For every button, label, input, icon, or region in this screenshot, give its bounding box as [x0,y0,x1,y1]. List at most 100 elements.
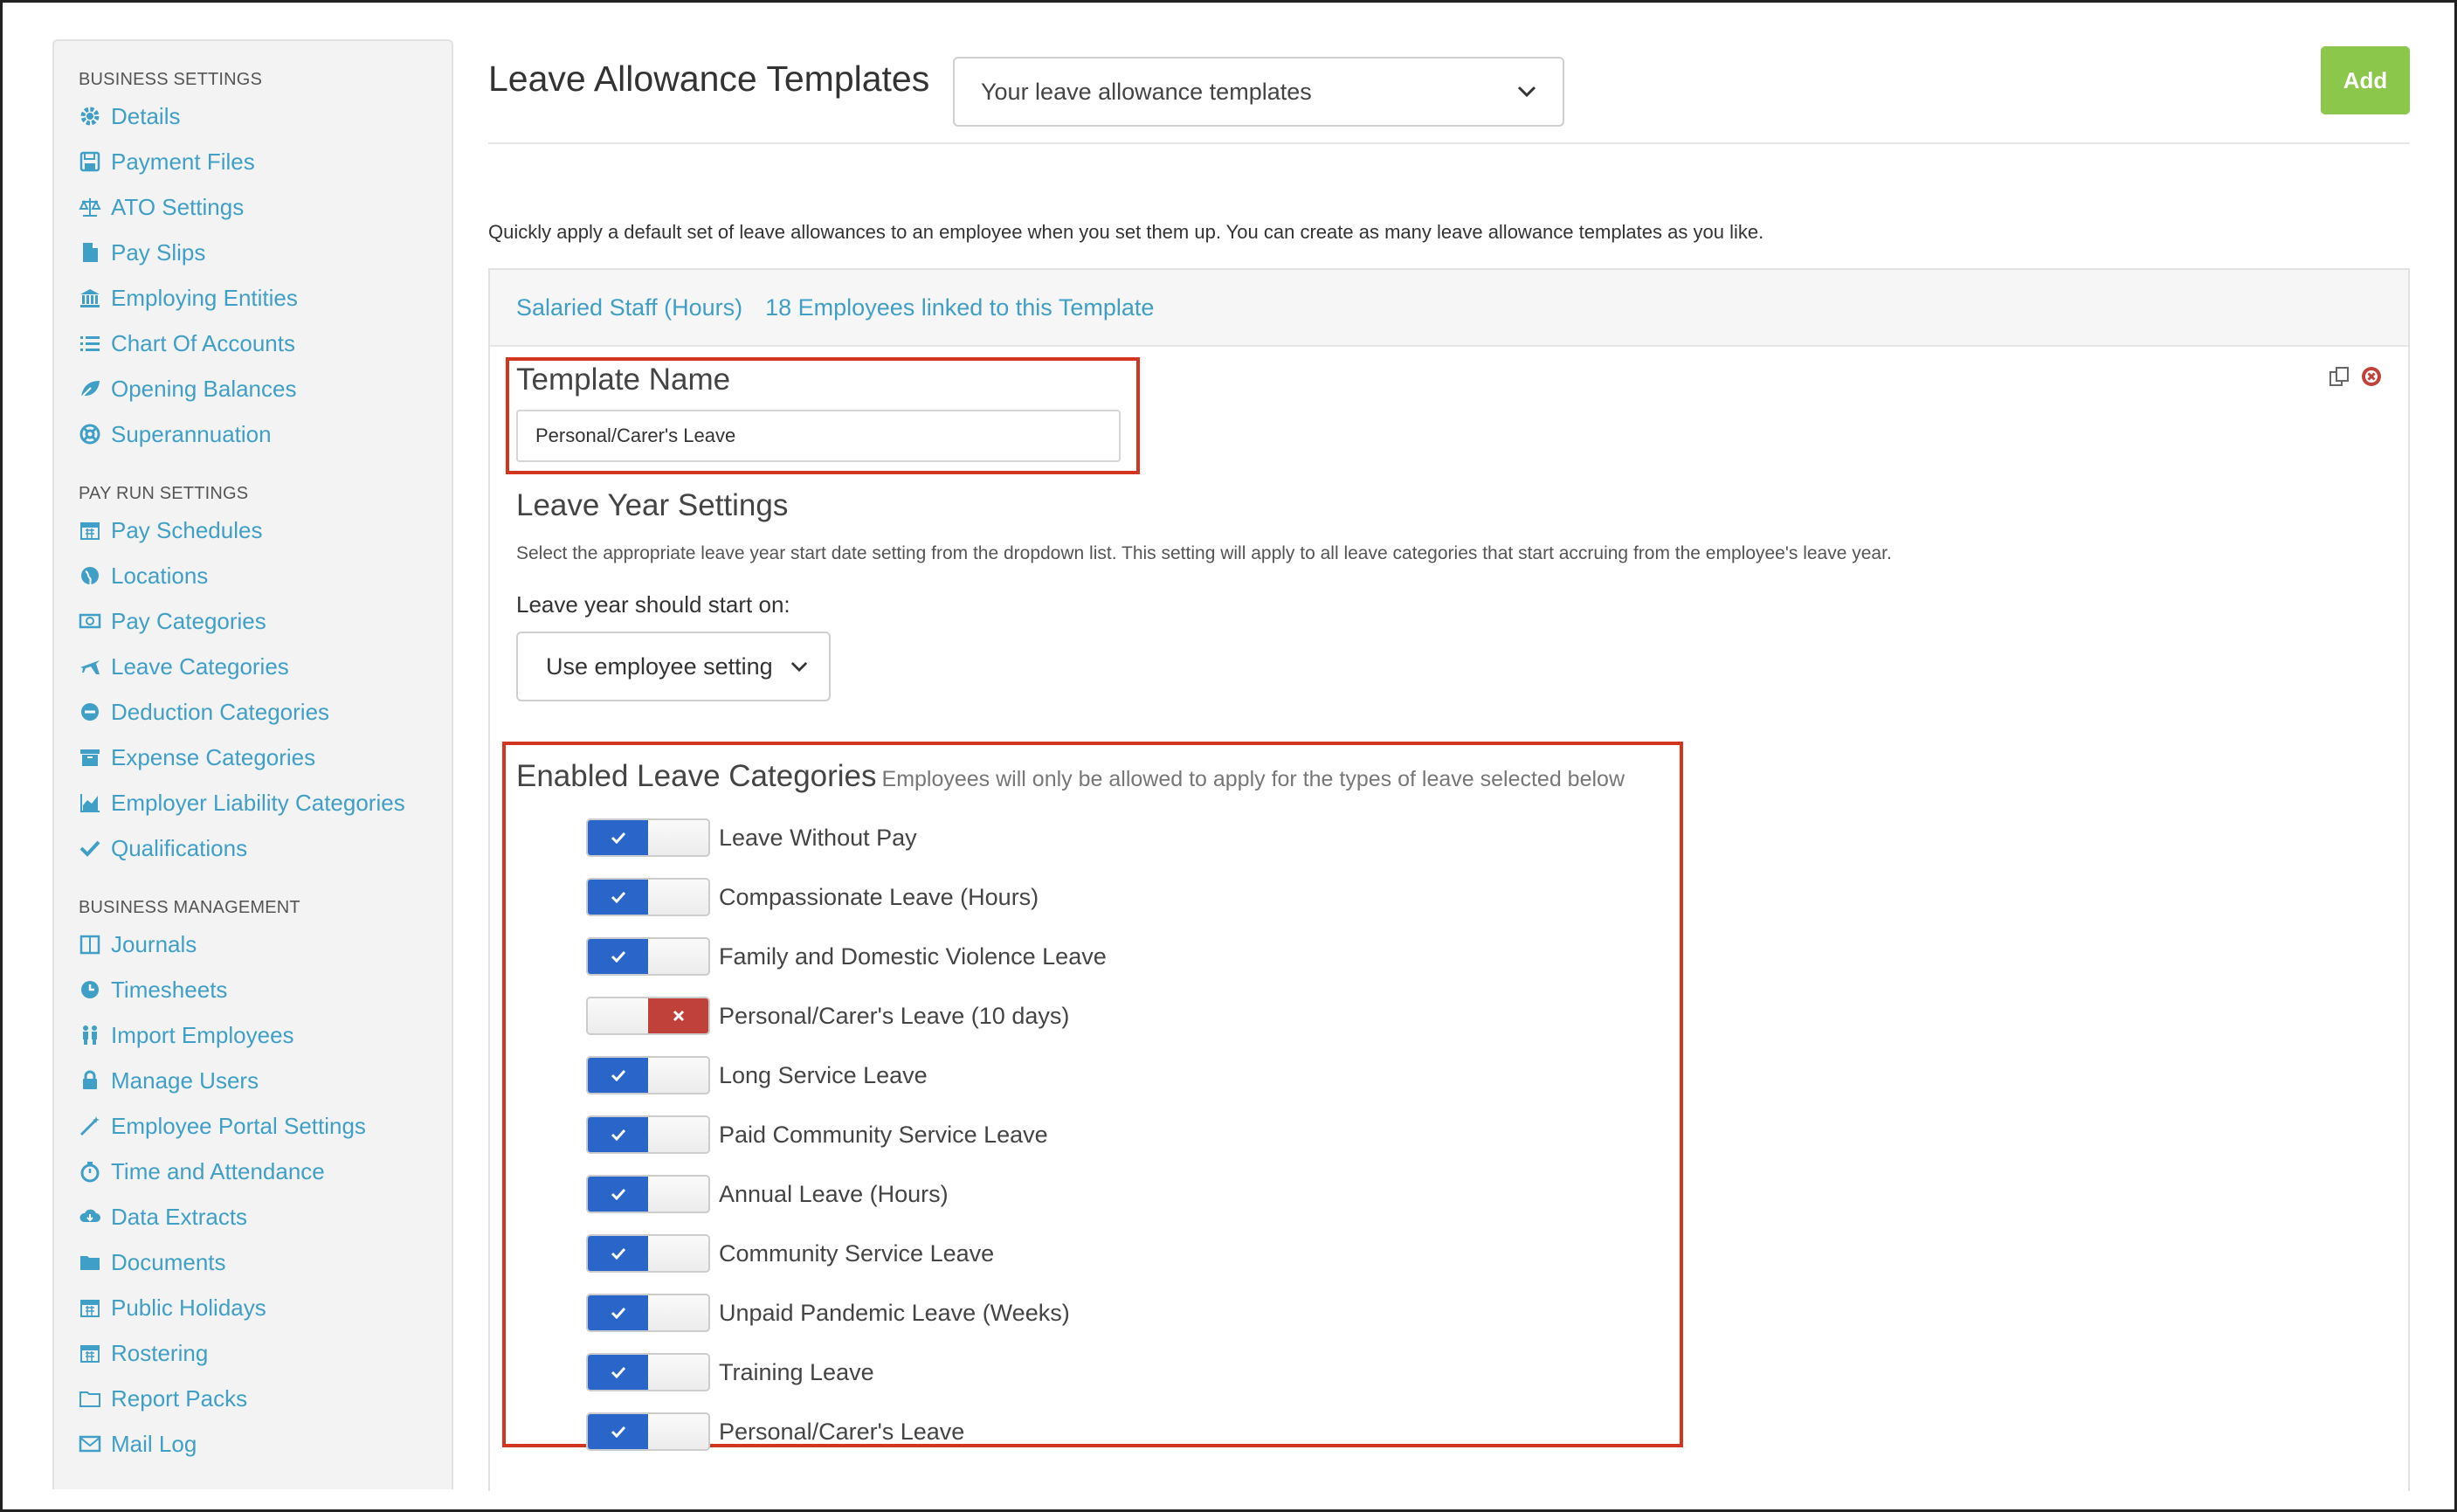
leaf-icon [80,381,100,398]
delete-icon[interactable] [2359,364,2384,389]
list-icon [80,336,100,351]
book-icon [79,935,100,955]
lifebuoy-icon [79,424,100,445]
sidebar-item-time-and-attendance[interactable]: Time and Attendance [79,1149,452,1194]
leave-category-toggle[interactable] [586,1353,710,1391]
sidebar-item-label: Import Employees [111,1021,294,1048]
leave-category-toggle[interactable] [586,997,710,1035]
sidebar-item-deduction-categories[interactable]: Deduction Categories [79,689,452,735]
leave-category-toggle[interactable] [586,818,710,857]
sidebar-item-timesheets[interactable]: Timesheets [79,967,452,1012]
sidebar-item-pay-slips[interactable]: Pay Slips [79,230,452,275]
check-icon [588,820,648,855]
check-icon [588,1236,648,1271]
copy-icon[interactable] [2328,364,2352,389]
leave-category-label: Family and Domestic Violence Leave [719,942,1107,970]
plane-icon [80,660,100,674]
minus-circle-icon [81,703,99,721]
toggle-knob [648,1295,708,1330]
leave-category-label: Leave Without Pay [719,824,917,851]
leave-category-row: Personal/Carer's Leave (10 days) [586,997,1069,1035]
employees-linked-link[interactable]: 18 Employees linked to this Template [765,294,1154,321]
sidebar-item-journals[interactable]: Journals [79,922,452,967]
leave-category-label: Annual Leave (Hours) [719,1180,949,1207]
sidebar-item-locations[interactable]: Locations [79,553,452,598]
sidebar-item-details[interactable]: Details [79,93,452,139]
sidebar-item-label: Payment Files [111,148,255,175]
page-header: Leave Allowance Templates Your leave all… [488,39,2410,144]
template-name-input[interactable]: Personal/Carer's Leave [516,410,1121,462]
sidebar-item-label: Rostering [111,1339,209,1366]
sidebar-item-label: Chart Of Accounts [111,329,295,356]
sidebar-item-payment-files[interactable]: Payment Files [79,139,452,184]
leave-category-row: Annual Leave (Hours) [586,1175,949,1213]
sidebar-item-pay-schedules[interactable]: Pay Schedules [79,507,452,553]
add-button[interactable]: Add [2321,46,2410,114]
template-link[interactable]: Salaried Staff (Hours) [516,294,742,321]
template-name-label: Template Name [516,362,731,397]
leave-category-row: Training Leave [586,1353,874,1391]
sidebar-item-rostering[interactable]: Rostering [79,1330,452,1376]
sidebar-item-mail-log[interactable]: Mail Log [79,1421,452,1467]
sidebar-item-label: Mail Log [111,1430,197,1457]
toggle-knob [648,1058,708,1093]
intro-text: Quickly apply a default set of leave all… [488,221,1764,243]
leave-category-row: Personal/Carer's Leave [586,1412,964,1451]
sidebar-item-label: Locations [111,562,209,589]
leave-year-select-value: Use employee setting [546,652,773,680]
sidebar-item-label: Report Packs [111,1384,248,1412]
sidebar-item-documents[interactable]: Documents [79,1239,452,1285]
sidebar-item-leave-categories[interactable]: Leave Categories [79,644,452,689]
template-select[interactable]: Your leave allowance templates [953,57,1564,127]
sidebar-item-employee-portal-settings[interactable]: Employee Portal Settings [79,1103,452,1149]
sidebar-item-import-employees[interactable]: Import Employees [79,1012,452,1058]
leave-category-toggle[interactable] [586,878,710,916]
sidebar-item-opening-balances[interactable]: Opening Balances [79,366,452,411]
leave-category-toggle[interactable] [586,1234,710,1273]
leave-year-select[interactable]: Use employee setting [516,632,831,701]
sidebar-item-label: Pay Schedules [111,516,263,543]
sidebar-item-data-extracts[interactable]: Data Extracts [79,1194,452,1239]
envelope-icon [79,1435,101,1453]
sidebar-item-label: Manage Users [111,1067,259,1094]
leave-category-row: Long Service Leave [586,1056,928,1094]
scales-icon [79,198,101,217]
globe-icon [81,567,99,585]
leave-category-label: Long Service Leave [719,1061,928,1088]
sidebar-item-public-holidays[interactable]: Public Holidays [79,1285,452,1330]
sidebar-header: PAY RUN SETTINGS [79,484,249,503]
sidebar-item-report-packs[interactable]: Report Packs [79,1376,452,1421]
sidebar-item-employing-entities[interactable]: Employing Entities [79,275,452,321]
check-icon [588,1414,648,1449]
panel-actions [2328,364,2384,389]
leave-category-toggle[interactable] [586,1412,710,1451]
sidebar-item-label: Data Extracts [111,1203,248,1230]
leave-category-toggle[interactable] [586,1175,710,1213]
sidebar-item-label: Employee Portal Settings [111,1112,366,1139]
leave-category-toggle[interactable] [586,1056,710,1094]
toggle-knob [648,1177,708,1212]
sidebar-item-expense-categories[interactable]: Expense Categories [79,735,452,780]
sidebar-item-label: Employer Liability Categories [111,789,405,816]
leave-category-toggle[interactable] [586,1115,710,1154]
file-icon [83,243,98,262]
sidebar-item-label: Expense Categories [111,743,316,770]
calendar-icon [80,1300,100,1317]
toggle-knob [648,880,708,915]
sidebar-item-label: Journals [111,930,197,957]
sidebar-item-superannuation[interactable]: Superannuation [79,411,452,457]
cloud-download-icon [79,1209,100,1222]
sidebar-item-label: Public Holidays [111,1294,266,1321]
sidebar-item-pay-categories[interactable]: Pay Categories [79,598,452,644]
check-icon [588,880,648,915]
leave-category-toggle[interactable] [586,1294,710,1332]
enabled-categories-heading: Enabled Leave Categories [516,759,877,793]
sidebar-item-chart-of-accounts[interactable]: Chart Of Accounts [79,321,452,366]
leave-category-row: Unpaid Pandemic Leave (Weeks) [586,1294,1070,1332]
sidebar-item-qualifications[interactable]: Qualifications [79,825,452,871]
sidebar-item-label: Time and Attendance [111,1157,325,1184]
sidebar-item-employer-liability-categories[interactable]: Employer Liability Categories [79,780,452,825]
sidebar-item-manage-users[interactable]: Manage Users [79,1058,452,1103]
leave-category-toggle[interactable] [586,937,710,976]
sidebar-item-ato-settings[interactable]: ATO Settings [79,184,452,230]
